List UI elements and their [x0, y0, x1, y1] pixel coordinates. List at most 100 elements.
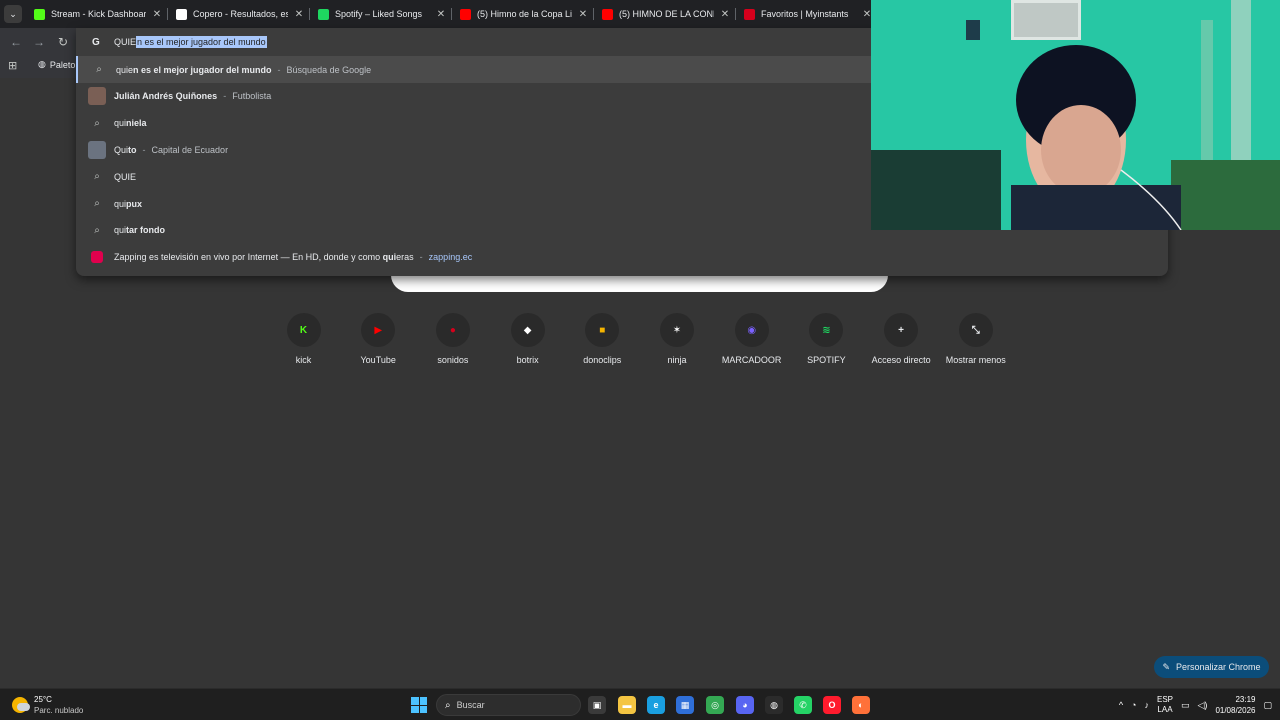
shortcuts-grid: Kkick ▶ YouTube ● sonidos ◆ botrix ■ donoclips ✶ n…: [266, 313, 1014, 373]
tab[interactable]: (5) Himno de la Copa Liber ✕: [452, 0, 594, 28]
omnibox-autocomplete-text: n es el mejor jugador del mundo: [136, 36, 267, 48]
close-icon[interactable]: ✕: [152, 9, 162, 20]
search-icon: ⌕: [94, 171, 100, 183]
whatsapp-icon[interactable]: ✆: [794, 696, 812, 714]
shortcut-donoclips[interactable]: ■ donoclips: [565, 313, 640, 365]
person-thumb: [88, 87, 106, 106]
file-explorer-icon[interactable]: ▬: [618, 696, 636, 714]
opera-icon[interactable]: O: [823, 696, 841, 714]
shortcut-tile: ≋: [809, 313, 844, 347]
shortcut-label: Acceso directo: [871, 355, 931, 365]
store-icon[interactable]: ▦: [676, 696, 694, 714]
clock-time: 23:19: [1235, 695, 1256, 704]
bookmark-item[interactable]: ◍ Paleto: [38, 59, 75, 70]
shortcut-acceso-directo[interactable]: + Acceso directo: [864, 313, 939, 365]
tab[interactable]: Copero - Resultados, estad ✕: [168, 0, 310, 28]
clock-date: 01/08/2026: [1215, 706, 1256, 715]
suggestion-url: zapping.ec: [428, 252, 473, 263]
notification-icon[interactable]: ▢: [1263, 700, 1272, 711]
suggestion-description: Futbolista: [232, 91, 272, 102]
spotify-icon: [318, 8, 329, 20]
taskbar-search[interactable]: ⌕ Buscar: [436, 694, 581, 716]
shortcut-tile: ●: [435, 313, 470, 347]
shortcut-botrix[interactable]: ◆ botrix: [490, 313, 565, 365]
microphone-icon[interactable]: ♪: [1144, 700, 1149, 710]
tab-title: Spotify – Liked Songs: [335, 9, 423, 19]
youtube-icon: ▶: [374, 324, 383, 336]
tab-title: Copero - Resultados, estad: [193, 9, 288, 19]
tabs-container: Stream - Kick Dashboard ✕ Copero - Resulta…: [26, 0, 878, 28]
customize-chrome-button[interactable]: ✎ Personalizar Chrome: [1154, 656, 1269, 678]
suggestion-text: QUIE: [114, 171, 137, 182]
taskbar: 25°C Parc. nublado ⌕ Buscar ▣ ▬ e ▦ ◎ ◕ ◍ ✆ O ◐ ^…: [0, 688, 1280, 720]
youtube-icon: [460, 8, 471, 20]
windows-start-icon[interactable]: [411, 697, 427, 713]
myinstants-icon: [744, 8, 755, 20]
shortcut-label: ninja: [667, 355, 687, 365]
shortcut-tile: K: [286, 313, 321, 347]
weather-widget[interactable]: 25°C Parc. nublado: [12, 694, 83, 716]
obs-icon[interactable]: ◍: [765, 696, 783, 714]
reload-icon[interactable]: ↻: [55, 34, 71, 50]
display-icon[interactable]: ▭: [1181, 700, 1190, 711]
shortcut-label: donoclips: [583, 355, 622, 365]
tab-title: Stream - Kick Dashboard: [51, 9, 146, 19]
shortcut-label: YouTube: [360, 355, 396, 365]
tab[interactable]: Spotify – Liked Songs ✕: [310, 0, 452, 28]
network-icon[interactable]: ◔: [1131, 700, 1136, 710]
marcadoor-icon: ◉: [747, 324, 757, 336]
shortcut-tile: ▶: [361, 313, 396, 347]
pencil-icon: ✎: [1162, 661, 1170, 672]
close-icon[interactable]: ✕: [294, 9, 304, 20]
shortcut-spotify[interactable]: ≋ SPOTIFY: [789, 313, 864, 365]
customize-label: Personalizar Chrome: [1176, 662, 1261, 672]
shortcut-ninja[interactable]: ✶ ninja: [640, 313, 715, 365]
tab[interactable]: Stream - Kick Dashboard ✕: [26, 0, 168, 28]
close-icon[interactable]: ✕: [578, 9, 588, 20]
system-tray: ^ ◔ ♪ ESP LAA ▭ ◁) 23:19 01/08/2026 ▢: [1119, 693, 1272, 717]
collapse-icon: ⤡: [971, 324, 980, 336]
task-view-icon[interactable]: ▣: [588, 696, 606, 714]
omnibox-suggestion[interactable]: Zapping es televisión en vivo por Intern…: [76, 244, 1168, 271]
globe-icon: ◍: [38, 59, 46, 69]
shortcut-youtube[interactable]: ▶ YouTube: [341, 313, 416, 365]
tab[interactable]: Favoritos | Myinstants ✕: [736, 0, 878, 28]
shortcut-label: SPOTIFY: [807, 355, 846, 365]
shortcut-marcadoor[interactable]: ◉ MARCADOOR: [714, 313, 789, 365]
edge-icon[interactable]: e: [647, 696, 665, 714]
shortcut-kick[interactable]: Kkick: [266, 313, 341, 365]
tab[interactable]: (5) HIMNO DE LA CONME ✕: [594, 0, 736, 28]
suggestion-text: Zapping es televisión en vivo por Intern…: [114, 252, 414, 263]
suggestion-text: quitar fondo: [114, 225, 166, 236]
language-indicator[interactable]: ESP LAA: [1157, 695, 1173, 715]
volume-icon[interactable]: ◁): [1198, 700, 1208, 711]
tab-search-button[interactable]: ⌄: [4, 5, 22, 23]
donoclips-icon: ■: [599, 324, 606, 336]
suggestion-text: quien es el mejor jugador del mundo: [116, 64, 272, 75]
firefox-icon[interactable]: ◐: [852, 696, 870, 714]
kick-icon: [34, 8, 45, 20]
shortcut-label: kick: [295, 355, 312, 365]
close-icon[interactable]: ✕: [436, 9, 446, 20]
close-icon[interactable]: ✕: [720, 9, 730, 20]
tab-title: (5) HIMNO DE LA CONME: [619, 9, 714, 19]
apps-grid-icon[interactable]: ⊞: [8, 60, 20, 72]
suggestion-text: Julián Andrés Quiñones: [114, 91, 218, 102]
ninja-icon: ✶: [672, 324, 682, 336]
shortcut-tile: ■: [585, 313, 620, 347]
chrome-icon[interactable]: ◎: [706, 696, 724, 714]
search-icon: ⌕: [94, 117, 100, 129]
botrix-icon: ◆: [523, 324, 532, 336]
chevron-up-icon[interactable]: ^: [1119, 700, 1123, 710]
back-icon[interactable]: ←: [8, 34, 24, 50]
shortcut-sonidos[interactable]: ● sonidos: [415, 313, 490, 365]
shortcut-tile: ◆: [510, 313, 545, 347]
omnibox-typed-text: QUIE: [114, 37, 137, 47]
shortcut-mostrar-menos[interactable]: ⤡ Mostrar menos: [938, 313, 1013, 365]
plus-icon: +: [898, 324, 905, 336]
zapping-icon: [91, 251, 103, 264]
discord-icon[interactable]: ◕: [736, 696, 754, 714]
clock[interactable]: 23:19 01/08/2026: [1215, 694, 1255, 716]
forward-icon[interactable]: →: [31, 34, 47, 50]
suggestion-description: Capital de Ecuador: [151, 144, 229, 155]
